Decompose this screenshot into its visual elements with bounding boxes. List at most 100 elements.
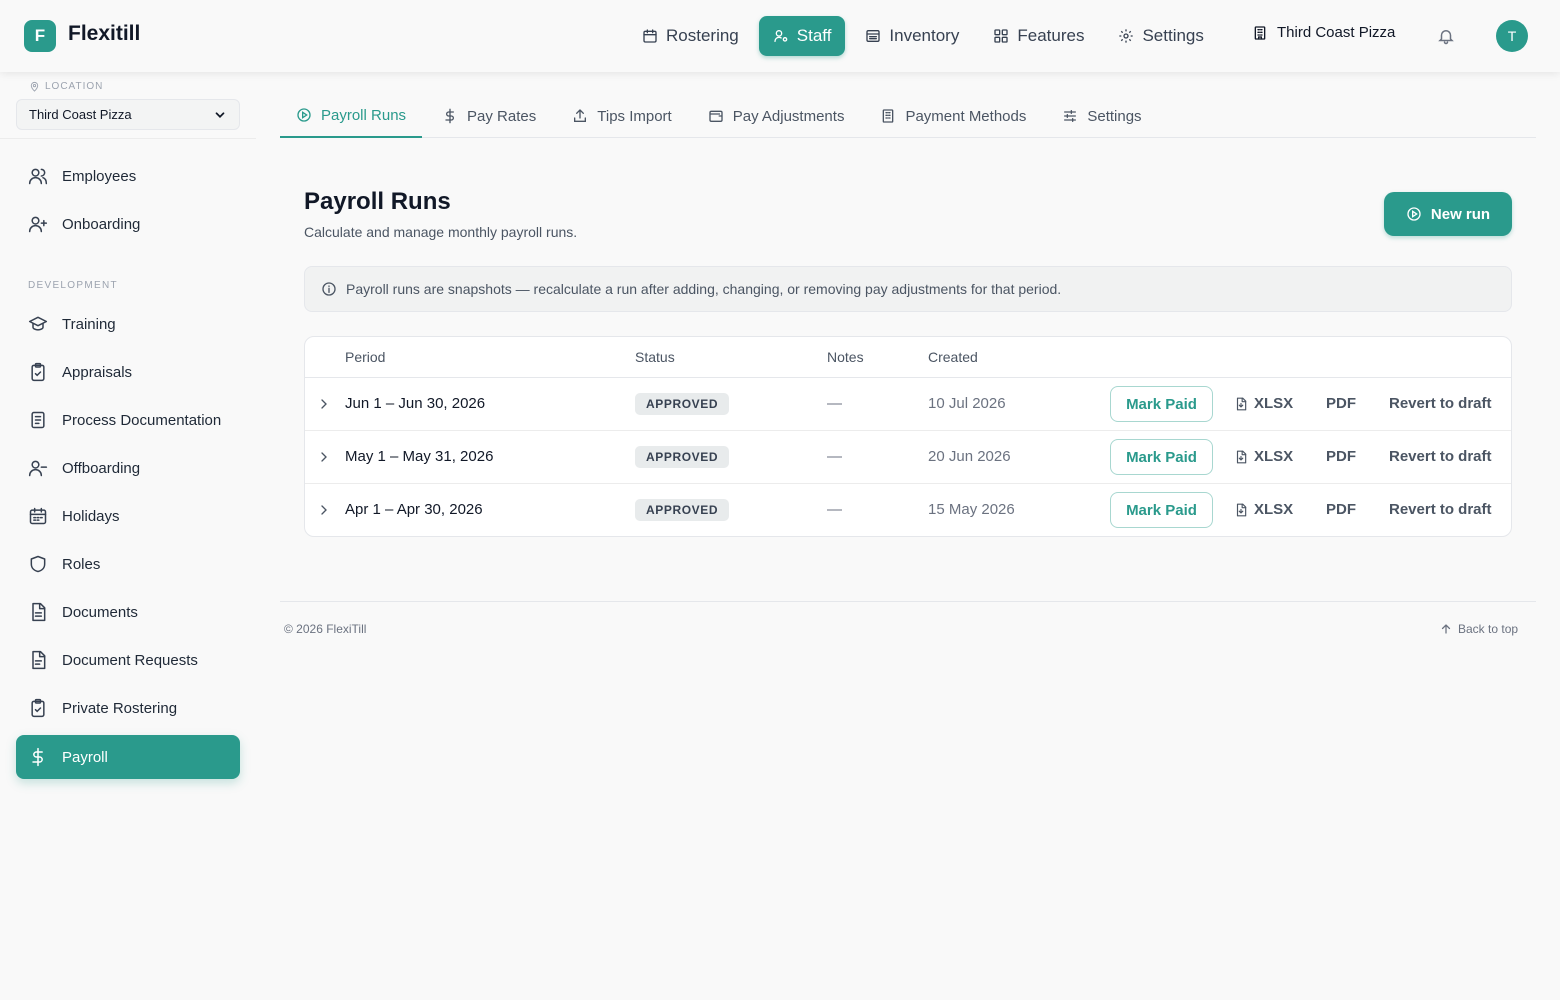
row-period: Apr 1 – Apr 30, 2026	[345, 501, 483, 518]
mark-paid-button[interactable]: Mark Paid	[1110, 386, 1213, 422]
sidebar-item-holidays[interactable]: Holidays	[16, 494, 240, 538]
store-name: Third Coast Pizza	[1277, 24, 1396, 41]
notifications-button[interactable]	[1437, 27, 1455, 45]
sidebar-item-label: Private Rostering	[62, 699, 178, 717]
pdf-download-button[interactable]: PDF	[1326, 448, 1356, 465]
info-text: Payroll runs are snapshots — recalculate…	[346, 281, 1062, 297]
xlsx-download-button[interactable]: XLSX	[1234, 448, 1293, 465]
chevron-right-icon[interactable]	[316, 396, 332, 412]
calendar-days-icon	[29, 507, 47, 525]
new-run-label: New run	[1430, 205, 1491, 223]
nav-settings-label: Settings	[1142, 26, 1204, 45]
nav-settings[interactable]: Settings	[1104, 16, 1217, 56]
sidebar-item-label: Documents	[62, 603, 138, 621]
header-created[interactable]: Created	[928, 349, 978, 365]
pdf-download-button[interactable]: PDF	[1326, 501, 1356, 518]
tab-payroll-runs[interactable]: Payroll Runs	[280, 94, 423, 138]
gear-icon	[1119, 29, 1134, 43]
users-icon	[28, 168, 48, 185]
nav-inventory[interactable]: Inventory	[851, 16, 973, 56]
app-name[interactable]: Flexitill	[68, 22, 140, 46]
mark-paid-button[interactable]: Mark Paid	[1110, 439, 1213, 475]
file-download-icon	[1236, 450, 1247, 463]
back-to-top-link[interactable]: Back to top	[1440, 622, 1518, 636]
store-selector[interactable]: Third Coast Pizza	[1252, 24, 1395, 41]
tab-pay-rates[interactable]: Pay Rates	[426, 94, 552, 138]
footer-divider	[280, 601, 1536, 602]
row-created: 15 May 2026	[928, 501, 1015, 518]
table-row: May 1 – May 31, 2026 APPROVED — 20 Jun 2…	[305, 431, 1511, 484]
info-icon	[322, 282, 336, 296]
map-pin-icon	[30, 81, 39, 92]
tab-settings[interactable]: Settings	[1046, 94, 1157, 138]
page-subtitle: Calculate and manage monthly payroll run…	[304, 224, 578, 240]
sidebar-item-private-rostering[interactable]: Private Rostering	[16, 686, 240, 730]
header-status[interactable]: Status	[635, 349, 675, 365]
book-icon	[31, 411, 45, 429]
sidebar-item-documents[interactable]: Documents	[16, 590, 240, 634]
app-logo[interactable]: F	[24, 20, 56, 52]
sidebar-item-training[interactable]: Training	[16, 302, 240, 346]
user-avatar[interactable]: T	[1496, 20, 1528, 52]
chevron-right-icon[interactable]	[316, 449, 332, 465]
tab-tips-import[interactable]: Tips Import	[556, 94, 687, 138]
row-period: May 1 – May 31, 2026	[345, 448, 494, 465]
revert-to-draft-button[interactable]: Revert to draft	[1389, 395, 1492, 412]
tab-label: Tips Import	[597, 107, 672, 125]
tab-pay-adjustments[interactable]: Pay Adjustments	[692, 94, 861, 138]
main-nav: Rostering Staff Inventory Features Setti…	[628, 16, 1224, 56]
sidebar-item-document-requests[interactable]: Document Requests	[16, 638, 240, 682]
sidebar-item-label: Roles	[62, 555, 101, 573]
nav-features[interactable]: Features	[979, 16, 1098, 56]
row-created: 20 Jun 2026	[928, 448, 1011, 465]
tab-label: Payment Methods	[905, 107, 1027, 125]
file-download-icon	[1236, 503, 1247, 516]
location-select[interactable]: Third Coast Pizza	[16, 99, 240, 130]
file-download-icon	[1236, 397, 1247, 410]
payroll-tabs: Payroll Runs Pay Rates Tips Import Pay A…	[280, 94, 1536, 138]
xlsx-label: XLSX	[1254, 448, 1294, 465]
nav-staff-label: Staff	[796, 26, 832, 45]
sidebar-item-label: Payroll	[62, 748, 108, 766]
nav-rostering-label: Rostering	[666, 26, 739, 45]
calendar-icon	[643, 29, 657, 43]
sidebar-item-label: Employees	[62, 167, 137, 185]
table-row: Jun 1 – Jun 30, 2026 APPROVED — 10 Jul 2…	[305, 378, 1511, 431]
revert-to-draft-button[interactable]: Revert to draft	[1389, 501, 1492, 518]
xlsx-label: XLSX	[1254, 395, 1294, 412]
wallet-icon	[709, 110, 723, 122]
chevron-right-icon[interactable]	[316, 502, 332, 518]
sidebar-item-label: Document Requests	[62, 651, 198, 669]
sidebar-item-onboarding[interactable]: Onboarding	[16, 202, 240, 246]
nav-rostering[interactable]: Rostering	[628, 16, 753, 56]
sidebar-section-development: DEVELOPMENT	[28, 280, 118, 291]
sidebar-item-offboarding[interactable]: Offboarding	[16, 446, 240, 490]
header-period[interactable]: Period	[345, 349, 385, 365]
nav-features-label: Features	[1017, 26, 1085, 45]
row-created: 10 Jul 2026	[928, 395, 1006, 412]
sidebar-item-roles[interactable]: Roles	[16, 542, 240, 586]
status-badge: APPROVED	[635, 499, 730, 521]
shield-icon	[30, 555, 46, 573]
sidebar-item-payroll[interactable]: Payroll	[16, 735, 240, 779]
sidebar-item-employees[interactable]: Employees	[16, 154, 240, 198]
location-select-value: Third Coast Pizza	[29, 107, 132, 122]
nav-staff[interactable]: Staff	[758, 16, 846, 56]
mark-paid-button[interactable]: Mark Paid	[1110, 492, 1213, 528]
dollar-icon	[445, 108, 455, 124]
upload-icon	[574, 109, 587, 122]
new-run-button[interactable]: New run	[1384, 192, 1512, 236]
sidebar-item-process-documentation[interactable]: Process Documentation	[16, 398, 240, 442]
sidebar-item-label: Process Documentation	[62, 411, 222, 429]
user-minus-icon	[28, 460, 48, 477]
tab-payment-methods[interactable]: Payment Methods	[864, 94, 1042, 138]
revert-to-draft-button[interactable]: Revert to draft	[1389, 448, 1492, 465]
xlsx-download-button[interactable]: XLSX	[1234, 501, 1293, 518]
bell-icon	[1438, 30, 1454, 45]
xlsx-download-button[interactable]: XLSX	[1234, 395, 1293, 412]
sidebar-divider	[0, 138, 256, 139]
sidebar-item-appraisals[interactable]: Appraisals	[16, 350, 240, 394]
sidebar-item-label: Offboarding	[62, 459, 141, 477]
tab-label: Settings	[1087, 107, 1142, 125]
pdf-download-button[interactable]: PDF	[1326, 395, 1356, 412]
